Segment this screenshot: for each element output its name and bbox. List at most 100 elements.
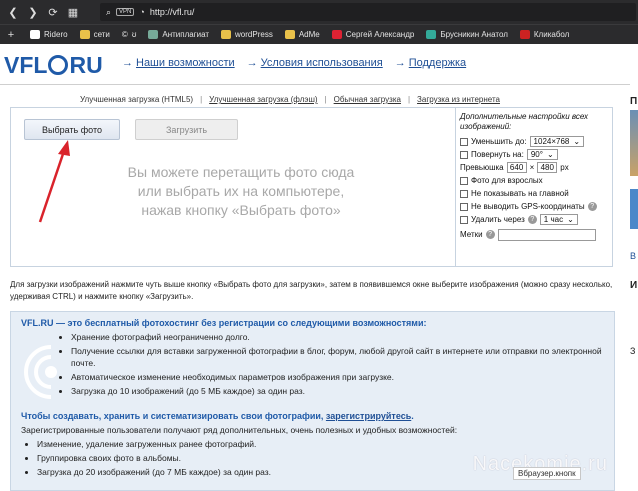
mode-simple[interactable]: Обычная загрузка <box>334 95 401 104</box>
tiles-icon[interactable]: ▦ <box>66 5 80 19</box>
hide-main-checkbox[interactable] <box>460 189 468 198</box>
upload-mode-tabs: Улучшенная загрузка (HTML5) | Улучшенная… <box>80 95 500 104</box>
folder-icon <box>30 30 40 39</box>
bookmark-ridero[interactable]: Ridero <box>30 30 68 39</box>
help-icon[interactable]: ? <box>527 215 537 224</box>
preview-width-input[interactable]: 640 <box>506 162 527 173</box>
list-item: Группировка своих фото в альбомы. <box>37 452 271 464</box>
features-list: Хранение фотографий неограниченно долго.… <box>71 331 614 399</box>
register-subtext: Зарегистрированные пользователи получают… <box>21 425 458 435</box>
add-bookmark-icon[interactable]: + <box>4 28 18 42</box>
site-icon <box>331 30 342 39</box>
bookmark-misc[interactable]: © ʊ <box>122 30 136 39</box>
register-heading: Чтобы создавать, хранить и систематизиро… <box>21 411 414 421</box>
help-icon[interactable]: ? <box>587 202 597 211</box>
browser-helper-popup[interactable]: Вбраузер.кнопк <box>513 467 581 480</box>
arrow-icon: → <box>122 57 133 69</box>
signal-logo-icon <box>24 345 57 399</box>
top-nav: → Наши возможности → Условия использования… <box>122 57 466 69</box>
sidebar-thumb[interactable] <box>630 189 638 229</box>
site-page: VFL RU → Наши возможности → Условия использ… <box>0 44 638 491</box>
browser-toolbar: ❮ ❯ ⟳ ▦ ⌕ VPN ◔ http://vfl.ru/ <box>0 0 638 24</box>
address-bar[interactable]: ⌕ VPN ◔ http://vfl.ru/ <box>100 3 636 21</box>
logo-text: VFL <box>4 52 48 78</box>
bookmark-klikabol[interactable]: Кликабол <box>519 30 569 39</box>
vpn-badge[interactable]: VPN <box>116 8 135 16</box>
help-icon[interactable]: ? <box>485 230 495 239</box>
back-icon[interactable]: ❮ <box>6 5 20 19</box>
delete-checkbox[interactable] <box>460 215 468 224</box>
list-item: Получение ссылки для вставки загруженной… <box>71 345 614 369</box>
separator: | <box>407 95 411 104</box>
bookmark-brusnikin[interactable]: Брусникин Анатол <box>426 30 508 39</box>
bookmark-antiplagiat[interactable]: Антиплагиат <box>148 30 209 39</box>
bookmark-seti[interactable]: сети <box>79 30 110 39</box>
right-sidebar: П В И З <box>630 44 638 491</box>
folder-icon <box>284 30 295 39</box>
adult-row: Фото для взрослых <box>460 174 610 187</box>
rotate-select[interactable]: 90° ⌄ <box>526 149 558 160</box>
site-icon <box>426 30 437 39</box>
url-text[interactable]: http://vfl.ru/ <box>150 7 195 17</box>
site-icon <box>519 30 530 39</box>
separator: | <box>200 95 203 104</box>
tags-row: Метки ? <box>460 228 610 241</box>
list-item: Изменение, удаление загруженных ранее фо… <box>37 438 271 450</box>
separator: | <box>324 95 327 104</box>
nav-terms[interactable]: → Условия использования <box>247 57 383 69</box>
site-icon <box>148 30 159 39</box>
delete-row: Удалить через ? 1 час ⌄ <box>460 213 610 226</box>
upload-button[interactable]: Загрузить <box>135 119 238 140</box>
features-heading: VFL.RU — это бесплатный фотохостинг без … <box>21 318 427 328</box>
chevron-down-icon: ⌄ <box>573 137 581 146</box>
sidebar-letter: П <box>630 96 638 107</box>
rotate-row: Повернуть на: 90° ⌄ <box>460 148 610 161</box>
sidebar-letter[interactable]: В <box>630 251 636 261</box>
reload-icon[interactable]: ⟳ <box>46 5 60 19</box>
chevron-down-icon: ⌄ <box>546 150 554 159</box>
folder-icon <box>79 30 90 39</box>
features-box: VFL.RU — это бесплатный фотохостинг без … <box>10 311 615 491</box>
sidebar-thumb[interactable] <box>630 110 638 176</box>
no-gps-checkbox[interactable] <box>460 202 468 211</box>
reduce-row: Уменьшить до: 1024×768 ⌄ <box>460 135 610 148</box>
choose-photo-button[interactable]: Выбрать фото <box>24 119 120 140</box>
mode-html5[interactable]: Улучшенная загрузка (HTML5) <box>80 95 193 104</box>
mode-flash[interactable]: Улучшенная загрузка (флэш) <box>209 95 317 104</box>
bookmark-sergey[interactable]: Сергей Александр <box>331 30 414 39</box>
adult-checkbox[interactable] <box>460 176 468 185</box>
no-gps-row: Не выводить GPS-координаты ? <box>460 200 610 213</box>
nav-support[interactable]: → Поддержка <box>395 57 466 69</box>
site-logo[interactable]: VFL RU <box>4 52 103 79</box>
list-item: Загрузка до 20 изображений (до 7 МБ кажд… <box>37 466 271 478</box>
copyright-icon: © <box>121 30 128 39</box>
list-item: Загрузка до 10 изображений (до 5 МБ кажд… <box>71 385 614 397</box>
nav-features[interactable]: → Наши возможности <box>122 57 235 69</box>
settings-title: Дополнительные настройки всех изображени… <box>460 112 588 131</box>
image-settings: Дополнительные настройки всех изображени… <box>455 108 613 266</box>
forward-icon[interactable]: ❯ <box>26 5 40 19</box>
tags-input[interactable] <box>497 228 596 241</box>
preview-height-input[interactable]: 480 <box>537 162 558 173</box>
sidebar-letter: И <box>630 280 638 291</box>
bookmark-wordpress[interactable]: wordPress <box>221 30 273 39</box>
logo-text-ru: RU <box>69 52 103 78</box>
chevron-down-icon: ⌄ <box>567 215 574 224</box>
upload-instructions: Для загрузки изображений нажмите чуть вы… <box>10 280 613 301</box>
rotate-checkbox[interactable] <box>460 150 468 159</box>
bookmark-adme[interactable]: AdMe <box>284 30 320 39</box>
list-item: Хранение фотографий неограниченно долго. <box>71 331 614 343</box>
search-icon: ⌕ <box>106 6 112 17</box>
delete-select[interactable]: 1 час ⌄ <box>539 214 578 225</box>
bookmarks-bar: + Ridero сети © ʊ Антиплагиат wordPress A… <box>0 24 638 44</box>
arrow-icon: → <box>394 57 406 69</box>
register-link[interactable]: зарегистрируйтесь <box>326 411 411 421</box>
lock-icon: ◔ <box>139 7 145 17</box>
mode-internet[interactable]: Загрузка из интернета <box>417 95 500 104</box>
header-divider <box>0 84 630 85</box>
reduce-select[interactable]: 1024×768 ⌄ <box>529 136 585 147</box>
reduce-checkbox[interactable] <box>460 137 468 146</box>
upload-panel[interactable]: Выбрать фото Загрузить Вы можете перетащ… <box>10 107 613 267</box>
drop-zone-hint: Вы можете перетащить фото сюда или выбра… <box>127 164 355 218</box>
logo-globe-icon <box>48 55 69 75</box>
